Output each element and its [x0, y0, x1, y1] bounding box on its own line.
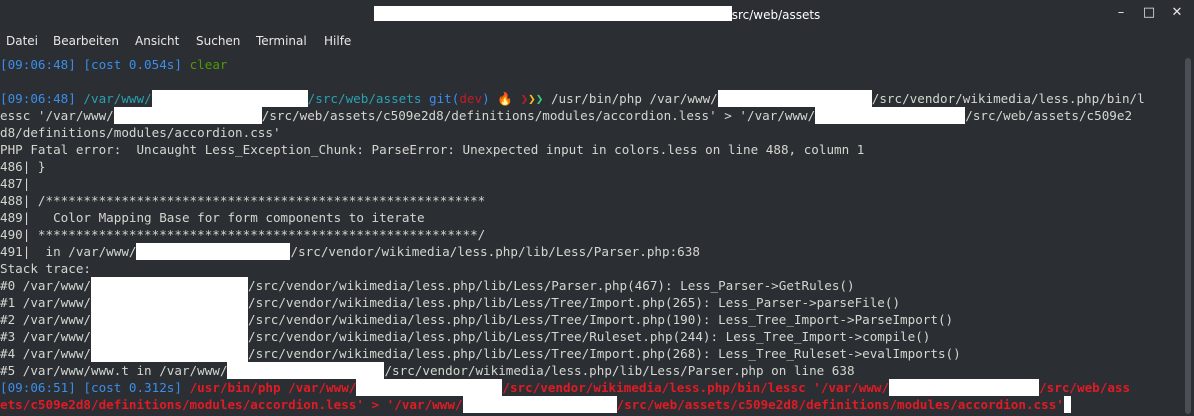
redacted-block [815, 107, 966, 124]
command-text: /usr/bin/php /var/www/ [550, 91, 718, 106]
prompt-arrow-icon: ❯ [528, 91, 536, 106]
stack-text: #0 /var/www/ [0, 278, 91, 293]
terminal-line: d8/definitions/modules/accordion.css' [0, 125, 281, 140]
stack-trace-line: #2 /var/www/ /src/vendor/wikimedia/less.p… [0, 311, 953, 328]
terminal-line: essc '/var/www/ /src/web/assets/c509e2d8/… [0, 107, 1132, 124]
redacted-block [91, 328, 248, 345]
redacted-block [227, 362, 385, 379]
window-title-path: src/web/assets [731, 8, 821, 22]
redacted-block [91, 294, 248, 311]
terminal-output[interactable]: [09:06:48] [cost 0.054s] clear [09:06:48… [0, 54, 1181, 416]
stack-trace-line: #3 /var/www/ /src/vendor/wikimedia/less.p… [0, 328, 930, 345]
source-line: 487| [0, 176, 31, 191]
menu-hilfe[interactable]: Hilfe [324, 34, 351, 48]
stack-trace-line: #0 /var/www/ /src/vendor/wikimedia/less.p… [0, 277, 855, 294]
minimize-button[interactable]: – [1114, 5, 1128, 21]
timestamp-cost: [09:06:51] [cost 0.312s] [0, 380, 182, 395]
redacted-block [113, 107, 262, 124]
source-text: 491| in /var/www/ [0, 244, 137, 259]
command-text: ets/c509e2d8/definitions/modules/accordi… [0, 397, 463, 412]
redacted-block [356, 379, 503, 396]
stack-text: /src/vendor/wikimedia/less.php/lib/Less/… [384, 363, 855, 378]
redacted-block [151, 90, 308, 107]
stack-text: #1 /var/www/ [0, 295, 91, 310]
maximize-button[interactable]: □ [1142, 5, 1156, 21]
terminal-line: ets/c509e2d8/definitions/modules/accordi… [0, 396, 1071, 413]
prompt-arrow-icon: ❯ [535, 91, 544, 106]
stack-text: /src/vendor/wikimedia/less.php/lib/Less/… [248, 278, 855, 293]
timestamp-cost: [09:06:48] [cost 0.054s] [0, 57, 182, 72]
redacted-block [717, 90, 872, 107]
close-button[interactable]: ✕ [1170, 5, 1184, 21]
prompt-line: [09:06:48] /var/www/ /src/web/assets git(… [0, 90, 1145, 107]
window-controls: – □ ✕ [1114, 5, 1184, 21]
menu-datei[interactable]: Datei [6, 34, 38, 48]
stack-text: /src/vendor/wikimedia/less.php/lib/Less/… [248, 329, 931, 344]
command-text: /src/vendor/wikimedia/less.php/bin/lessc… [502, 380, 890, 395]
redacted-block [91, 311, 248, 328]
terminal-line: [09:06:48] [cost 0.054s] clear [0, 56, 228, 73]
stack-text: /src/vendor/wikimedia/less.php/lib/Less/… [248, 312, 954, 327]
menu-bearbeiten[interactable]: Bearbeiten [53, 34, 119, 48]
command-text: /src/web/ass [1039, 380, 1131, 395]
stack-trace-title: Stack trace: [0, 261, 91, 276]
git-branch: dev [459, 91, 483, 106]
stack-text: #2 /var/www/ [0, 312, 91, 327]
menubar: Datei Bearbeiten Ansicht Suchen Terminal… [0, 28, 1194, 54]
redacted-block [136, 243, 291, 260]
command-text: /src/vendor/wikimedia/less.php/bin/l [871, 91, 1145, 106]
command-text: /usr/bin/php /var/www/ [189, 380, 357, 395]
fire-icon: 🔥 [497, 91, 513, 106]
prompt-path: /var/www/ [83, 91, 152, 106]
stack-trace-line: #1 /var/www/ /src/vendor/wikimedia/less.p… [0, 294, 900, 311]
source-line: 486| } [0, 159, 46, 174]
menu-terminal[interactable]: Terminal [256, 34, 307, 48]
command-text: clear [189, 57, 228, 72]
command-text: /src/web/assets/c509e2 [965, 108, 1133, 123]
source-text: /src/vendor/wikimedia/less.php/lib/Less/… [290, 244, 700, 259]
source-line: 489| Color Mapping Base for form compone… [0, 210, 425, 225]
git-label: ) [482, 91, 490, 106]
scrollbar-thumb[interactable] [1185, 58, 1191, 414]
redacted-block [462, 396, 617, 413]
redacted-block [91, 277, 248, 294]
stack-text: #3 /var/www/ [0, 329, 91, 344]
source-line: 490| ***********************************… [0, 227, 486, 242]
menu-ansicht[interactable]: Ansicht [135, 34, 179, 48]
command-text: /src/web/assets/c509e2d8/definitions/mod… [261, 108, 816, 123]
stack-text: /src/vendor/wikimedia/less.php/lib/Less/… [248, 295, 901, 310]
window-titlebar: src/web/assets – □ ✕ [0, 0, 1194, 28]
redacted-block [889, 379, 1040, 396]
prompt-path: /src/web/assets [307, 91, 422, 106]
command-text: /src/web/assets/c509e2d8/definitions/mod… [616, 397, 1064, 412]
stack-text: #5 /var/www/www.t in /var/www/ [0, 363, 228, 378]
redacted-block [373, 6, 732, 21]
source-line: 491| in /var/www/ /src/vendor/wikimedia/l… [0, 243, 700, 260]
menu-suchen[interactable]: Suchen [196, 34, 240, 48]
stack-trace-line: #4 /var/www/ /src/vendor/wikimedia/less.p… [0, 345, 961, 362]
window-title: src/web/assets [0, 6, 1194, 22]
stack-trace-line: #5 /var/www/www.t in /var/www/ /src/vendo… [0, 362, 855, 379]
git-label: git( [429, 91, 460, 106]
error-line: PHP Fatal error: Uncaught Less_Exception… [0, 142, 865, 157]
timestamp: [09:06:48] [0, 91, 76, 106]
command-text: essc '/var/www/ [0, 108, 114, 123]
redacted-block [91, 345, 248, 362]
stack-text: #4 /var/www/ [0, 346, 91, 361]
terminal-cursor [1063, 396, 1071, 413]
stack-text: /src/vendor/wikimedia/less.php/lib/Less/… [248, 346, 961, 361]
terminal-line: [09:06:51] [cost 0.312s] /usr/bin/php /v… [0, 379, 1130, 396]
source-line: 488| /**********************************… [0, 193, 486, 208]
